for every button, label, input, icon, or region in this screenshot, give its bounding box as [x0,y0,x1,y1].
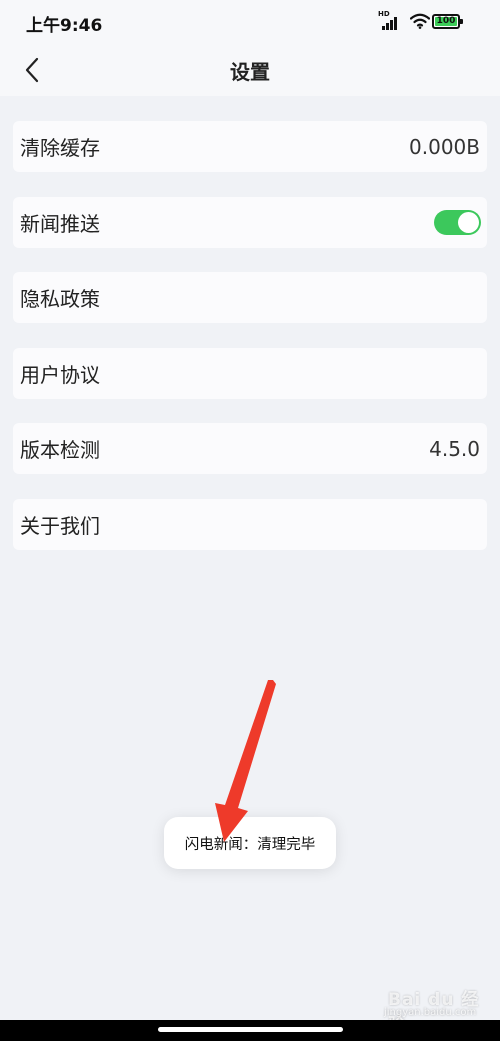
status-bar: 上午9:46 HD 100 [0,0,500,44]
wifi-icon [410,13,430,29]
settings-row-user-agreement[interactable]: 用户协议 [13,347,487,399]
cache-size-value: 0.000B [409,134,480,159]
settings-row-label: 关于我们 [20,513,100,538]
settings-row-about-us[interactable]: 关于我们 [13,498,487,550]
settings-row-label: 清除缓存 [20,136,100,160]
settings-row-label: 用户协议 [20,362,100,387]
home-indicator[interactable] [158,1027,343,1032]
news-push-toggle[interactable] [434,209,481,235]
settings-row-privacy-policy[interactable]: 隐私政策 [13,272,487,323]
toast-message: 闪电新闻：清理完毕 [164,817,336,869]
page-title: 设置 [230,60,270,84]
settings-row-label: 版本检测 [20,438,100,462]
watermark-url: jingyan.baidu.com [384,1007,477,1018]
watermark: Bai du 经验 jingyan.baidu.com [382,985,494,1035]
version-value: 4.5.0 [429,436,480,461]
settings-row-version-check[interactable]: 版本检测 4.5.0 [13,423,487,474]
battery-icon: 100 [432,14,463,29]
settings-list: 清除缓存 0.000B 新闻推送 隐私政策 用户协议 版本检测 4.5.0 关于… [13,121,487,574]
settings-row-label: 隐私政策 [20,287,100,311]
toggle-knob [458,211,479,233]
settings-row-label: 新闻推送 [20,211,100,236]
bottom-bar [0,1020,500,1041]
settings-row-clear-cache[interactable]: 清除缓存 0.000B [13,121,487,172]
signal-icon: HD [378,10,400,32]
status-time: 上午9:46 [26,16,103,36]
nav-bar: 设置 [0,44,500,96]
settings-row-news-push: 新闻推送 [13,196,487,248]
signal-hd-label: HD [378,10,390,18]
battery-level: 100 [435,16,457,26]
